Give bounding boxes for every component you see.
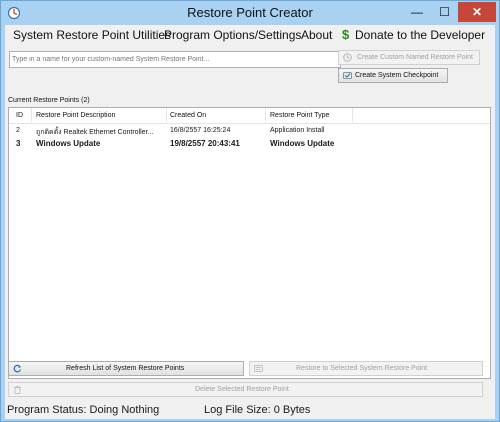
client-area: System Restore Point Utilities Program O… xyxy=(5,25,495,419)
trash-icon xyxy=(14,385,21,394)
delete-selected-button[interactable]: Delete Selected Restore Point xyxy=(8,382,483,397)
status-bar: Program Status: Doing Nothing Log File S… xyxy=(5,401,495,419)
maximize-button[interactable]: ☐ xyxy=(431,2,458,22)
table-row[interactable]: 3 Windows Update 19/8/2557 20:43:41 Wind… xyxy=(9,138,490,150)
column-description[interactable]: Restore Point Description xyxy=(36,112,115,119)
close-button[interactable]: ✕ xyxy=(458,2,496,22)
row-description: Windows Update xyxy=(36,139,101,148)
minimize-button[interactable]: — xyxy=(403,2,431,22)
row-created-on: 16/8/2557 16:25:24 xyxy=(170,127,231,134)
checkpoint-icon xyxy=(343,72,352,79)
create-checkpoint-label: Create System Checkpoint xyxy=(355,72,439,79)
row-description: ถูกติดตั้ง Realtek Ethernet Controller..… xyxy=(36,129,154,136)
restore-icon xyxy=(254,365,263,372)
menu-options[interactable]: Program Options/Settings xyxy=(164,28,301,42)
refresh-label: Refresh List of System Restore Points xyxy=(66,365,185,372)
program-status: Program Status: Doing Nothing xyxy=(7,404,160,416)
row-type: Windows Update xyxy=(270,139,335,148)
column-type[interactable]: Restore Point Type xyxy=(270,112,329,119)
log-file-size: Log File Size: 0 Bytes xyxy=(204,404,311,416)
create-custom-label: Create Custom Named Restore Point xyxy=(357,54,473,61)
restore-points-label: Current Restore Points (2) xyxy=(8,97,90,104)
restore-point-name-input[interactable] xyxy=(9,51,341,68)
restore-selected-button[interactable]: Restore to Selected System Restore Point xyxy=(249,361,483,376)
row-id: 2 xyxy=(16,127,20,134)
column-id[interactable]: ID xyxy=(16,112,23,119)
create-custom-restore-point-button[interactable]: Create Custom Named Restore Point xyxy=(338,50,480,65)
restore-points-list[interactable]: ID Restore Point Description Created On … xyxy=(8,107,491,379)
refresh-icon xyxy=(13,364,22,373)
refresh-list-button[interactable]: Refresh List of System Restore Points xyxy=(8,361,244,376)
row-id: 3 xyxy=(16,139,21,148)
row-created-on: 19/8/2557 20:43:41 xyxy=(170,139,240,148)
list-header: ID Restore Point Description Created On … xyxy=(9,108,490,124)
title-bar[interactable]: Restore Point Creator — ☐ ✕ xyxy=(1,1,499,25)
delete-selected-label: Delete Selected Restore Point xyxy=(195,386,289,393)
menu-about[interactable]: About xyxy=(301,28,332,42)
app-window: Restore Point Creator — ☐ ✕ System Resto… xyxy=(0,0,500,422)
create-point-icon xyxy=(343,53,352,62)
dollar-icon: $ xyxy=(342,27,350,42)
create-system-checkpoint-button[interactable]: Create System Checkpoint xyxy=(338,68,448,83)
menu-utilities[interactable]: System Restore Point Utilities xyxy=(13,28,171,42)
column-created-on[interactable]: Created On xyxy=(170,112,206,119)
row-type: Application Install xyxy=(270,127,325,134)
menu-bar: System Restore Point Utilities Program O… xyxy=(5,25,495,45)
table-row[interactable]: 2 ถูกติดตั้ง Realtek Ethernet Controller… xyxy=(9,126,490,138)
restore-selected-label: Restore to Selected System Restore Point xyxy=(296,365,428,372)
menu-donate[interactable]: Donate to the Developer xyxy=(355,28,485,42)
